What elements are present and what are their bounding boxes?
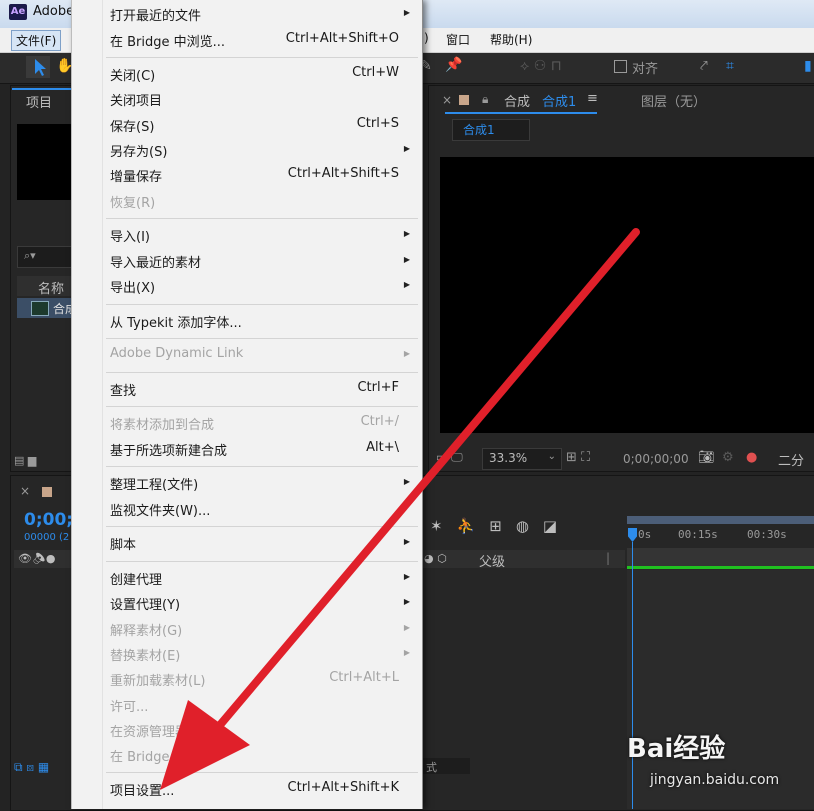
red-arrow-annotation [160,228,640,790]
watermark-brand: Bai经验 [627,734,726,764]
watermark-url: jingyan.baidu.com [650,772,780,788]
arrow-head [160,700,250,790]
arrow-shaft [216,228,640,729]
